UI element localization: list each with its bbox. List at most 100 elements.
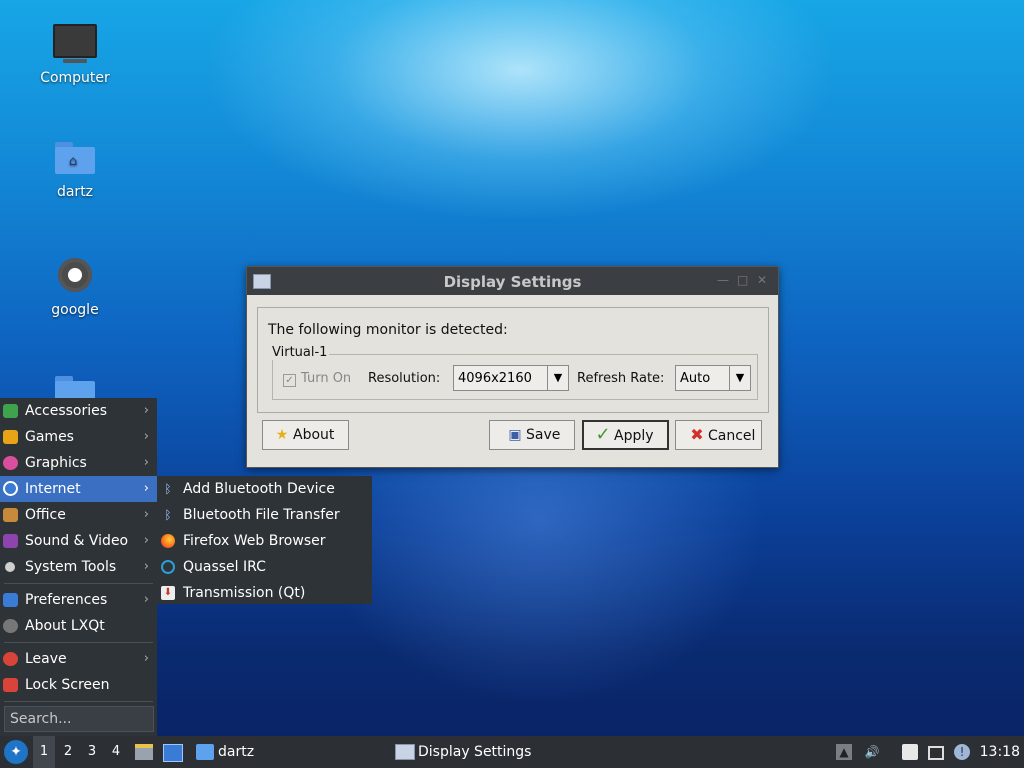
menu-item-accessories[interactable]: Accessories › [0,398,157,424]
bluetooth-icon: ᛒ [164,482,172,496]
clipboard-icon[interactable] [902,744,918,760]
desktop-icon-google[interactable]: google [20,258,130,318]
graphics-icon [3,456,18,470]
chevron-right-icon: › [143,651,149,666]
quassel-icon [161,560,175,574]
menu-item-system-tools[interactable]: System Tools › [0,554,157,580]
monitor-name: Virtual-1 [270,345,330,360]
taskbar: ✦ 1 2 3 4 dartz Display Settings ▲ 🔊 ! 1… [0,736,1024,768]
menu-item-about-lxqt[interactable]: About LXQt [0,613,157,639]
menu-item-leave[interactable]: Leave › [0,646,157,672]
cancel-button-label: Cancel [708,428,756,444]
sound-video-icon [3,534,18,548]
display-settings-dialog: Display Settings — □ ✕ The following mon… [246,266,779,468]
taskbar-window-task[interactable]: Display Settings [392,736,562,768]
menu-separator [4,583,153,584]
volume-icon[interactable]: 🔊 [864,744,880,760]
save-button[interactable]: ▣ Save [489,420,575,450]
menu-separator [4,642,153,643]
chevron-down-icon: ▼ [729,366,750,390]
chevron-right-icon: › [143,559,149,574]
home-folder-icon: ⌂ [55,140,95,174]
menu-item-label: Accessories [25,403,108,419]
desktop-icon-label: Computer [40,70,110,86]
cancel-button[interactable]: ✖ Cancel [675,420,762,450]
preferences-icon [3,593,18,607]
transmission-icon: ⬇ [161,586,175,600]
menu-item-preferences[interactable]: Preferences › [0,587,157,613]
submenu-item-bluetooth-transfer[interactable]: ᛒ Bluetooth File Transfer [157,502,372,528]
submenu-item-quassel[interactable]: Quassel IRC [157,554,372,580]
apply-button[interactable]: ✓ Apply [582,420,669,450]
workspace-3[interactable]: 3 [81,736,103,768]
desktop-icon-dartz[interactable]: ⌂ dartz [20,140,130,200]
floppy-icon: ▣ [508,427,522,443]
show-desktop-icon[interactable] [163,744,183,762]
chevron-right-icon: › [143,455,149,470]
tray-up-arrow-icon[interactable]: ▲ [836,744,852,760]
games-icon [3,430,18,444]
system-tools-icon [5,562,15,572]
menu-item-label: Internet [25,481,81,497]
refresh-rate-value: Auto [680,371,711,386]
minimize-icon[interactable]: — [717,273,729,287]
dialog-titlebar[interactable]: Display Settings — □ ✕ [247,267,778,295]
update-notifier-icon[interactable]: ! [954,744,970,760]
menu-item-label: Games [25,429,74,445]
maximize-icon[interactable]: □ [737,273,748,287]
submenu-item-transmission[interactable]: ⬇ Transmission (Qt) [157,580,372,606]
menu-item-label: Leave [25,651,67,667]
menu-item-games[interactable]: Games › [0,424,157,450]
desktop-icon-label: dartz [56,184,94,200]
about-button-label: About [293,427,335,443]
desktop-icon-computer[interactable]: Computer [20,24,130,86]
application-menu: Accessories › Games › Graphics › Interne… [0,398,157,736]
menu-separator [4,701,153,702]
submenu-item-label: Bluetooth File Transfer [183,507,340,523]
chevron-right-icon: › [143,507,149,522]
menu-item-lock-screen[interactable]: Lock Screen [0,672,157,698]
menu-item-office[interactable]: Office › [0,502,157,528]
submenu-item-label: Add Bluetooth Device [183,481,335,497]
resolution-select[interactable]: 4096x2160 ▼ [453,365,569,391]
computer-icon [53,24,97,63]
workspace-1[interactable]: 1 [33,736,55,768]
refresh-rate-select[interactable]: Auto ▼ [675,365,751,391]
menu-search-input[interactable]: Search... [4,706,154,732]
refresh-rate-label: Refresh Rate: [577,371,665,386]
info-icon [3,619,18,633]
menu-item-label: Graphics [25,455,87,471]
chevron-right-icon: › [143,533,149,548]
accessories-icon [3,404,18,418]
turn-on-checkbox[interactable]: ✓ Turn On [283,371,351,387]
lxqt-menu-icon[interactable]: ✦ [4,740,28,764]
about-button[interactable]: ★ About [262,420,349,450]
submenu-item-add-bluetooth[interactable]: ᛒ Add Bluetooth Device [157,476,372,502]
menu-item-label: Sound & Video [25,533,129,549]
resolution-label: Resolution: [368,371,441,386]
clock[interactable]: 13:18 [980,736,1020,768]
detected-text: The following monitor is detected: [268,322,508,338]
chevron-down-icon: ▼ [547,366,568,390]
network-icon[interactable] [928,746,944,760]
dialog-title: Display Settings [443,273,582,291]
workspace-2[interactable]: 2 [57,736,79,768]
menu-item-internet[interactable]: Internet › [0,476,157,502]
menu-item-label: System Tools [25,559,117,575]
file-manager-icon[interactable] [135,744,153,760]
submenu-item-firefox[interactable]: Firefox Web Browser [157,528,372,554]
submenu-item-label: Transmission (Qt) [183,585,306,601]
workspace-4[interactable]: 4 [105,736,127,768]
bluetooth-icon: ᛒ [164,508,172,522]
menu-item-label: About LXQt [25,618,105,634]
star-icon: ★ [275,427,289,443]
turn-on-label: Turn On [301,371,352,386]
menu-item-graphics[interactable]: Graphics › [0,450,157,476]
checkbox-icon: ✓ [283,374,296,387]
apply-button-label: Apply [614,428,654,444]
menu-item-sound-video[interactable]: Sound & Video › [0,528,157,554]
lock-icon [3,678,18,692]
chevron-right-icon: › [143,481,149,496]
close-icon[interactable]: ✕ [757,273,767,287]
taskbar-folder-task[interactable]: dartz [218,736,254,768]
